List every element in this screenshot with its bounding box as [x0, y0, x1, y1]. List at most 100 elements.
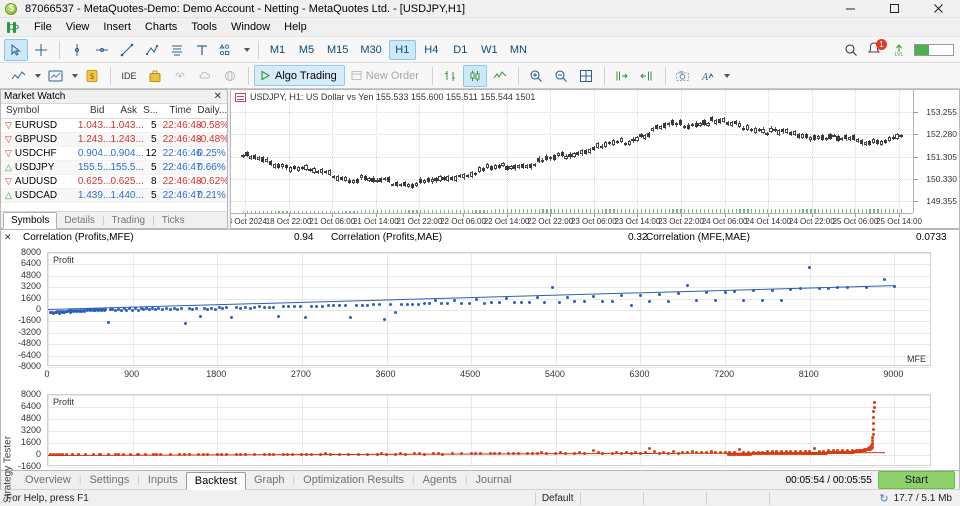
indicators-icon[interactable]: [6, 65, 30, 87]
mw-tab-details[interactable]: Details: [57, 213, 102, 228]
table-row[interactable]: ▽ EURUSD 1.043... 1.043... 5 22:46:48 -0.58%: [1, 118, 227, 133]
shapes-dropdown-icon[interactable]: [240, 39, 252, 61]
tab-optimization-results[interactable]: Optimization Results: [295, 472, 412, 488]
vps-icon[interactable]: [218, 65, 242, 87]
timeframe-m15[interactable]: M15: [322, 40, 353, 60]
new-order-button[interactable]: New Order: [345, 65, 427, 86]
mw-tab-trading[interactable]: Trading: [105, 213, 153, 228]
col-time[interactable]: Time: [159, 104, 195, 119]
timeframe-m5[interactable]: M5: [293, 40, 320, 60]
col-spread[interactable]: S...: [140, 104, 160, 119]
tab-backtest[interactable]: Backtest: [185, 471, 246, 490]
timeframe-mn[interactable]: MN: [505, 40, 532, 60]
menu-file[interactable]: File: [27, 19, 59, 35]
price-chart-x-axis[interactable]: 18 Oct 202418 Oct 22:0021 Oct 06:0021 Oc…: [231, 213, 922, 228]
scatter-y-label: 4800: [20, 269, 41, 280]
search-icon[interactable]: [844, 43, 858, 57]
cursor-tool-icon[interactable]: [4, 38, 28, 61]
minimize-button[interactable]: [828, 0, 872, 18]
market-watch-close-icon[interactable]: ✕: [212, 91, 224, 102]
tab-settings[interactable]: Settings: [81, 472, 137, 488]
crosshair-tool-icon[interactable]: [29, 39, 53, 61]
ide-button[interactable]: IDE: [116, 65, 142, 87]
table-row[interactable]: ▽ AUDUSD 0.625... 0.625... 8 22:46:48 -0.62%: [1, 174, 227, 189]
volume-bar: [388, 210, 390, 213]
zoom-in-icon[interactable]: [524, 65, 548, 87]
status-profile[interactable]: Default: [536, 490, 580, 506]
candle-body: [355, 179, 359, 184]
zoom-out-icon[interactable]: [549, 65, 573, 87]
text-tool-icon[interactable]: [190, 39, 214, 61]
table-row[interactable]: ▽ USDCHF 0.904... 0.904... 12 22:46:46 0.25%: [1, 146, 227, 161]
candlestick-chart-icon[interactable]: [462, 64, 487, 87]
volume-bar: [629, 208, 631, 213]
table-row[interactable]: △ USDJPY 155.5... 155.5... 5 22:46:47 0.66%: [1, 160, 227, 175]
signals-icon[interactable]: [168, 65, 192, 87]
tab-graph[interactable]: Graph: [246, 472, 293, 488]
screenshot-icon[interactable]: [671, 65, 695, 87]
chart-window-icon[interactable]: [43, 65, 67, 87]
mw-tab-symbols[interactable]: Symbols: [3, 212, 58, 229]
volume-bar: [664, 208, 666, 213]
menu-tools[interactable]: Tools: [184, 19, 224, 35]
price-chart-panel[interactable]: USDJPY, H1: US Dollar vs Yen 155.533 155…: [230, 89, 960, 229]
menu-view[interactable]: View: [59, 19, 97, 35]
col-ask[interactable]: Ask: [107, 104, 141, 119]
scatter-y-label: 0: [35, 304, 41, 314]
col-bid[interactable]: Bid: [74, 104, 108, 119]
table-row[interactable]: ▽ GBPUSD 1.243... 1.243... 5 22:46:48 -0.48%: [1, 132, 227, 147]
notifications-icon[interactable]: 1: [866, 38, 887, 59]
volume-bar: [550, 209, 552, 213]
shapes-tool-icon[interactable]: [215, 39, 239, 61]
market-watch-table-container[interactable]: Symbol Bid Ask S... Time Daily... ▽ EURUS…: [1, 104, 227, 211]
trendline-icon[interactable]: [115, 39, 139, 61]
candle-body: [879, 141, 883, 146]
cell-symbol: ▽ GBPUSD: [1, 132, 75, 147]
maximize-button[interactable]: [872, 0, 916, 18]
scatter-panel-profits-mae[interactable]: 8000 6400 4800 3200 1600 0 -1600 Profit: [1, 388, 959, 471]
horizontal-line-icon[interactable]: [90, 39, 114, 61]
tile-windows-icon[interactable]: [574, 65, 598, 87]
autoscroll-dropdown-icon[interactable]: [721, 65, 732, 87]
start-button[interactable]: Start: [877, 471, 955, 489]
menu-window[interactable]: Window: [224, 19, 277, 35]
fibonacci-icon[interactable]: [165, 39, 189, 61]
indicators-dropdown-icon[interactable]: [31, 65, 42, 87]
timeframe-h1[interactable]: H1: [388, 39, 416, 60]
cloud-icon[interactable]: [193, 65, 217, 87]
polyline-icon[interactable]: [140, 39, 164, 61]
table-row[interactable]: △ USDCAD 1.439... 1.440... 5 22:46:47 0.21%: [1, 188, 227, 203]
menu-insert[interactable]: Insert: [96, 19, 138, 35]
tab-journal[interactable]: Journal: [468, 472, 520, 488]
close-button[interactable]: [916, 0, 960, 18]
price-chart-y-axis[interactable]: 153.255 152.280 151.305 150.330 149.355: [913, 90, 959, 213]
briefcase-icon[interactable]: [143, 65, 167, 87]
candle-body: [765, 132, 769, 135]
algo-trading-button[interactable]: Algo Trading: [254, 65, 345, 86]
chart-window-dropdown-icon[interactable]: [68, 65, 79, 87]
timeframe-m30[interactable]: M30: [355, 40, 386, 60]
correlation-close-icon[interactable]: ✕: [1, 232, 15, 243]
timeframe-d1[interactable]: D1: [447, 40, 474, 60]
bar-chart-icon[interactable]: [438, 65, 462, 87]
mw-tab-ticks[interactable]: Ticks: [155, 213, 192, 228]
menu-help[interactable]: Help: [277, 19, 314, 35]
menu-charts[interactable]: Charts: [138, 19, 184, 35]
timeframe-m1[interactable]: M1: [264, 40, 291, 60]
tab-agents[interactable]: Agents: [415, 472, 465, 488]
timeframe-w1[interactable]: W1: [476, 40, 503, 60]
candle-body: [584, 150, 588, 154]
volume-bar: [668, 208, 670, 213]
dollar-icon[interactable]: $: [80, 65, 104, 87]
timeframe-h4[interactable]: H4: [418, 40, 445, 60]
tab-overview[interactable]: Overview: [17, 472, 79, 488]
scatter-panel-profits-mfe[interactable]: 8000 6400 4800 3200 1600 0 -1600 -3200 -4800 -640…: [1, 244, 959, 388]
col-daily[interactable]: Daily...: [194, 104, 227, 119]
shift-end-icon[interactable]: [610, 65, 634, 87]
line-chart-icon[interactable]: [488, 65, 512, 87]
tab-inputs[interactable]: Inputs: [140, 472, 186, 488]
vertical-line-icon[interactable]: [65, 39, 89, 61]
col-symbol[interactable]: Symbol: [1, 104, 75, 119]
autoscroll-icon[interactable]: A: [696, 65, 720, 87]
shift-start-icon[interactable]: [635, 65, 659, 87]
